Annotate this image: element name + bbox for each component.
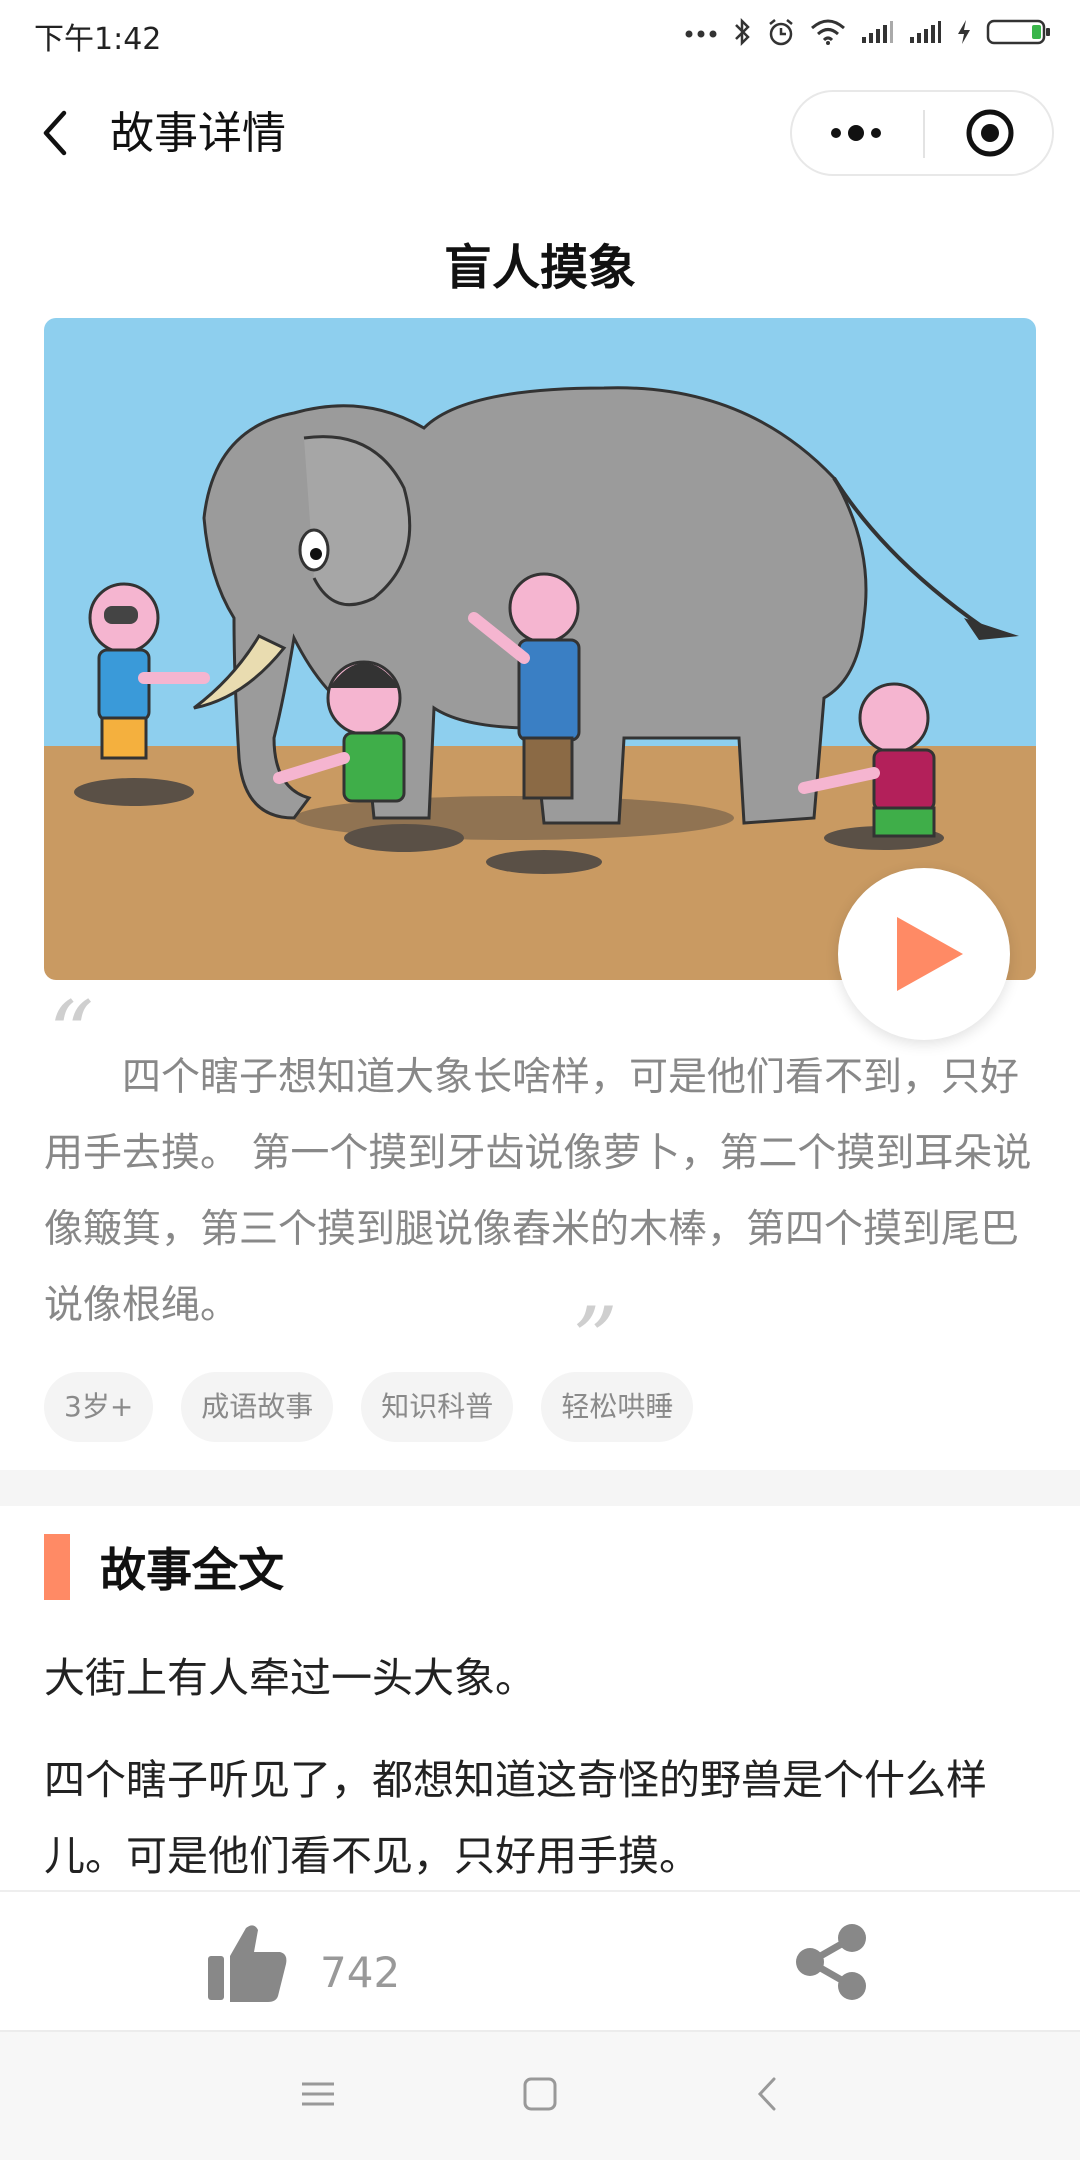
full-text-header: 故事全文	[44, 1534, 284, 1600]
bluetooth-icon	[735, 17, 750, 47]
mini-program-capsule	[790, 90, 1054, 176]
tag-age[interactable]: 3岁+	[44, 1372, 154, 1442]
story-summary: 四个瞎子想知道大象长啥样，可是他们看不到，只好用手去摸。 第一个摸到牙齿说像萝卜…	[44, 1055, 1032, 1328]
dots-icon	[685, 30, 717, 38]
like-button[interactable]: 742	[206, 1920, 400, 2004]
signal-icon	[862, 21, 893, 43]
chevron-left-icon	[43, 110, 67, 156]
system-navigation-bar	[0, 2030, 1080, 2160]
share-icon	[796, 1924, 866, 2000]
share-button[interactable]	[790, 1920, 874, 2008]
section-accent-bar	[44, 1534, 70, 1600]
tag-sleep[interactable]: 轻松哄睡	[541, 1372, 694, 1442]
full-text-heading: 故事全文	[100, 1543, 284, 1597]
paragraph: 大街上有人牵过一头大象。	[44, 1654, 536, 1702]
status-time: 下午1:42	[34, 22, 162, 57]
story-title: 盲人摸象	[443, 240, 636, 296]
more-button[interactable]	[792, 92, 923, 174]
more-dots-icon	[830, 125, 881, 141]
full-text-body: 大街上有人牵过一头大象。 四个瞎子听见了，都想知道这奇怪的野兽是个什么样儿。可是…	[44, 1640, 1036, 1920]
back-icon	[757, 2077, 776, 2111]
system-back-button[interactable]	[752, 2074, 782, 2118]
home-button[interactable]	[522, 2074, 558, 2118]
section-divider	[0, 1470, 1080, 1506]
wifi-icon	[811, 19, 845, 45]
status-bar: 下午1:42	[0, 0, 1080, 64]
back-button[interactable]	[36, 103, 76, 163]
action-bar: 742	[0, 1890, 1080, 2030]
tag-idiom-story[interactable]: 成语故事	[181, 1372, 334, 1442]
signal-icon-2	[910, 21, 941, 43]
page-title: 故事详情	[110, 108, 286, 159]
status-icons	[684, 12, 1052, 52]
close-mini-program-button[interactable]	[925, 92, 1054, 174]
play-icon	[897, 917, 963, 991]
menu-button[interactable]	[300, 2074, 336, 2118]
nav-header: 故事详情	[0, 70, 1080, 195]
menu-icon	[302, 2082, 334, 2106]
paragraph: 四个瞎子听见了，都想知道这奇怪的野兽是个什么样儿。可是他们看不见，只好用手摸。	[44, 1756, 987, 1880]
charging-icon	[958, 20, 970, 44]
like-count: 742	[320, 1947, 401, 1997]
target-icon	[966, 109, 1013, 157]
thumbs-up-icon	[208, 1925, 287, 2002]
battery-icon	[986, 19, 1050, 45]
home-icon	[523, 2077, 557, 2111]
alarm-icon	[769, 19, 793, 46]
play-button[interactable]	[838, 868, 1010, 1040]
tag-list: 3岁+ 成语故事 知识科普 轻松哄睡	[44, 1372, 694, 1442]
tag-science[interactable]: 知识科普	[361, 1372, 514, 1442]
